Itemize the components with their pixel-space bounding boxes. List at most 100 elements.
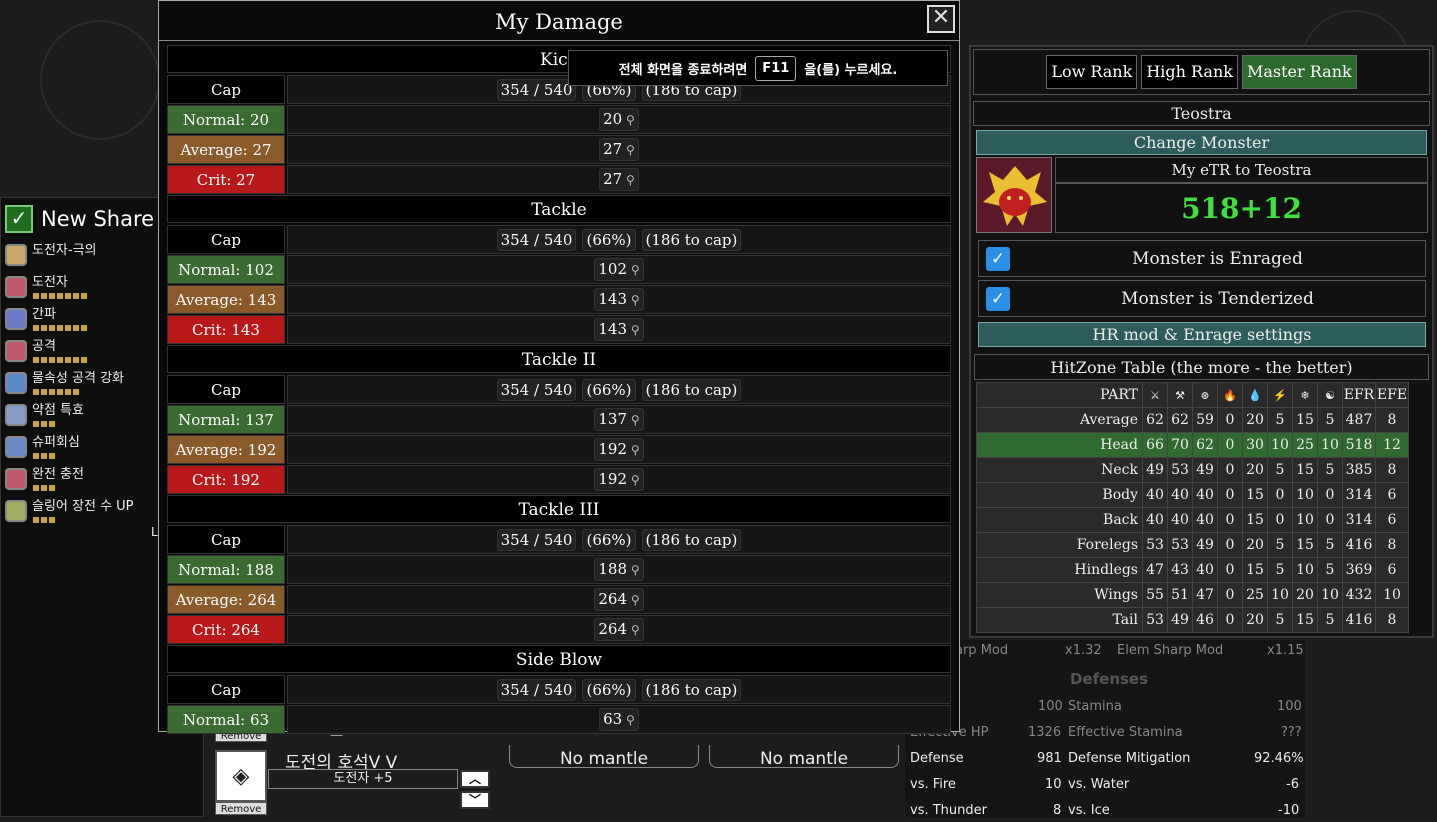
damage-value-cell: 188 ⚲ xyxy=(287,555,951,584)
close-icon[interactable]: ✕ xyxy=(927,5,955,33)
hr-mod-button[interactable]: HR mod & Enrage settings xyxy=(978,322,1426,347)
hitzone-part: Head xyxy=(976,432,1143,458)
hitzone-title: HitZone Table (the more - the better) xyxy=(974,354,1429,380)
damage-label: Average: 192 xyxy=(167,435,285,464)
health-value: 100 xyxy=(1038,698,1063,714)
checkbox-checked-icon[interactable]: ✓ xyxy=(986,246,1010,271)
cap-remaining: (186 to cap) xyxy=(641,528,742,551)
hitzone-value: 8 xyxy=(1375,457,1409,483)
hitzone-value: 62 xyxy=(1192,432,1218,458)
skill-pip xyxy=(41,485,47,491)
ice-icon: ❄ xyxy=(1292,382,1318,408)
skill-name: 완전 충전 xyxy=(32,467,84,482)
damage-label: Average: 264 xyxy=(167,585,285,614)
chevron-down-icon[interactable]: ﹀ xyxy=(460,791,490,809)
level-text: L xyxy=(151,525,158,539)
skill-pip xyxy=(49,421,55,427)
damage-value-cell: 20 ⚲ xyxy=(287,105,951,134)
skill-pip xyxy=(33,485,39,491)
tenderized-toggle[interactable]: ✓ Monster is Tenderized xyxy=(978,280,1426,317)
hitzone-value: 30 xyxy=(1242,432,1268,458)
thunder-res-label: vs. Thunder xyxy=(910,802,987,818)
skill-pip xyxy=(41,421,47,427)
skill-pip xyxy=(73,293,79,299)
damage-row: Cap 354 / 540 (66%) (186 to cap) xyxy=(167,375,951,404)
damage-row: Crit: 264 264 ⚲ xyxy=(167,615,951,644)
damage-row: Average: 27 27 ⚲ xyxy=(167,135,951,164)
blunt-icon: ⚲ xyxy=(627,323,640,337)
sever-icon: ⚔ xyxy=(1142,382,1168,408)
hitzone-value: 0 xyxy=(1267,507,1293,533)
damage-value-cell: 143 ⚲ xyxy=(287,315,951,344)
hitzone-value: 10 xyxy=(1292,507,1318,533)
background-emblem xyxy=(40,20,160,140)
hitzone-value: 51 xyxy=(1167,582,1193,608)
hitzone-value: 10 xyxy=(1292,482,1318,508)
fullscreen-toast: 전체 화면을 종료하려면 F11 을(를) 누르세요. xyxy=(568,50,948,86)
blunt-icon: ⚲ xyxy=(627,593,640,607)
enraged-toggle[interactable]: ✓ Monster is Enraged xyxy=(978,240,1426,277)
thunder-icon: ⚡ xyxy=(1267,382,1293,408)
cap-percent: (66%) xyxy=(582,378,636,401)
skill-pip xyxy=(57,325,63,331)
damage-number: 63 xyxy=(603,710,623,728)
rank-tab[interactable]: Low Rank xyxy=(1046,55,1138,89)
blunt-icon: ⚲ xyxy=(627,263,640,277)
skill-pip xyxy=(49,517,55,523)
decoration-icon[interactable]: ◈ xyxy=(215,750,267,802)
rank-tab[interactable]: Master Rank xyxy=(1241,55,1357,89)
blunt-icon: ⚒ xyxy=(1167,382,1193,408)
mantle-slot-2[interactable]: No mantle xyxy=(709,745,899,769)
skill-name: 간파 xyxy=(32,307,56,322)
blunt-icon: ⚲ xyxy=(627,443,640,457)
skill-pip xyxy=(57,357,63,363)
skill-pip xyxy=(81,293,87,299)
hitzone-value: 15 xyxy=(1292,457,1318,483)
edit-checkbox-icon[interactable]: ✓ xyxy=(5,205,33,233)
hitzone-value: 8 xyxy=(1375,607,1409,633)
dialog-title: My Damage xyxy=(159,1,959,41)
damage-value-cell: 354 / 540 (66%) (186 to cap) xyxy=(287,525,951,554)
damage-label: Cap xyxy=(167,375,285,404)
section-title: Tackle xyxy=(167,195,951,223)
set-name: New Share xyxy=(41,207,155,231)
hitzone-value: 432 xyxy=(1342,582,1376,608)
damage-label: Cap xyxy=(167,675,285,704)
cap-percent: (66%) xyxy=(582,528,636,551)
remove-button[interactable]: Remove xyxy=(215,802,267,815)
damage-value-cell: 192 ⚲ xyxy=(287,435,951,464)
damage-number: 143 xyxy=(598,290,628,308)
hitzone-value: 47 xyxy=(1142,557,1168,583)
cap-value: 354 / 540 xyxy=(496,378,577,401)
hitzone-value: 10 xyxy=(1267,582,1293,608)
hitzone-value: 0 xyxy=(1217,607,1243,633)
mantle-slot-1[interactable]: No mantle xyxy=(509,745,699,769)
hitzone-value: 0 xyxy=(1217,457,1243,483)
rank-tab[interactable]: High Rank xyxy=(1141,55,1238,89)
hitzone-value: 25 xyxy=(1242,582,1268,608)
damage-number: 264 xyxy=(598,620,628,638)
checkbox-checked-icon[interactable]: ✓ xyxy=(986,286,1010,311)
damage-label: Crit: 27 xyxy=(167,165,285,194)
skill-name: 물속성 공격 강화 xyxy=(32,371,124,386)
skill-pip xyxy=(33,421,39,427)
effective-stamina-label: Effective Stamina xyxy=(1068,724,1183,740)
cap-percent: (66%) xyxy=(582,678,636,701)
skill-pip xyxy=(65,389,71,395)
skill-pip xyxy=(33,453,39,459)
skill-pip xyxy=(81,325,87,331)
skill-pip xyxy=(81,357,87,363)
skill-pip xyxy=(33,325,39,331)
dragon-icon: ☯ xyxy=(1317,382,1343,408)
change-monster-button[interactable]: Change Monster xyxy=(976,130,1427,155)
chevron-up-icon[interactable]: ︿ xyxy=(460,770,490,788)
skill-pip xyxy=(73,389,79,395)
teostra-icon xyxy=(977,158,1051,232)
damage-value-cell: 143 ⚲ xyxy=(287,285,951,314)
stamina-value: 100 xyxy=(1277,698,1302,714)
hitzone-value: 5 xyxy=(1267,532,1293,558)
skill-level-bar xyxy=(33,421,55,427)
damage-row: Normal: 137 137 ⚲ xyxy=(167,405,951,434)
hitzone-row: Hindlegs 47 43 40 0 15 5 10 5 369 6 xyxy=(976,557,1409,583)
blunt-icon: ⚲ xyxy=(627,563,640,577)
